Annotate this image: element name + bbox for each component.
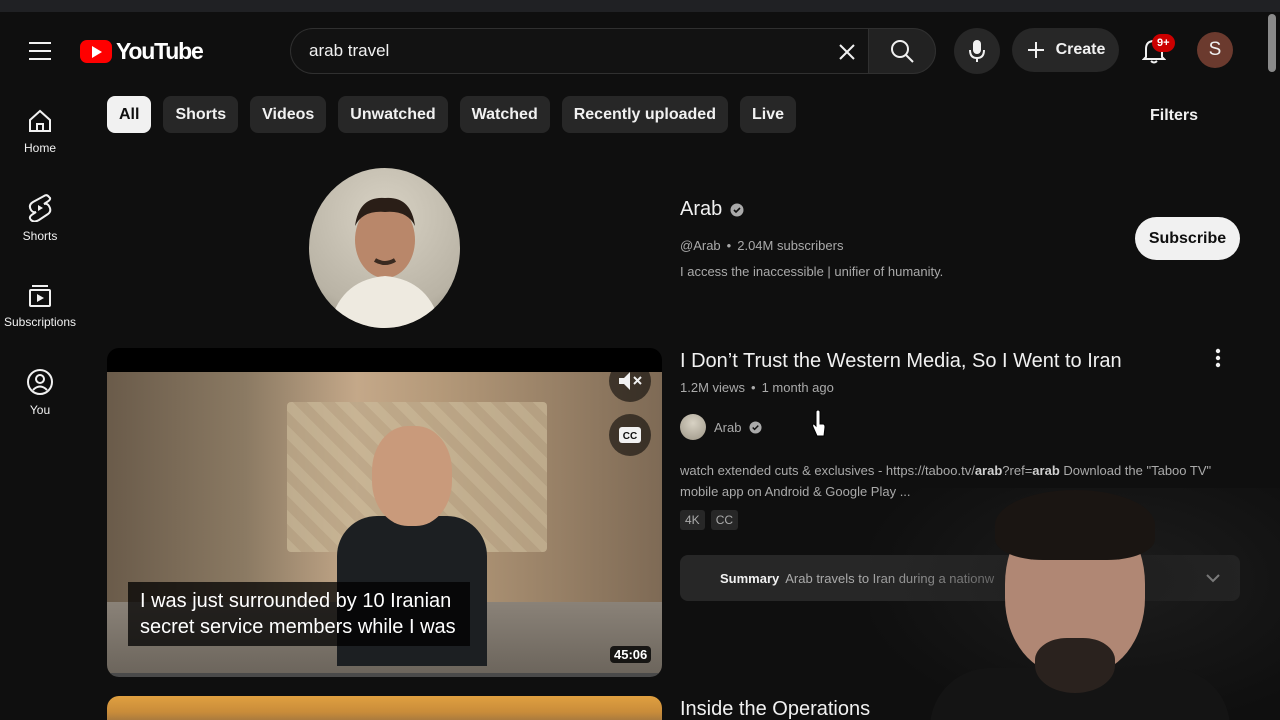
chip-live[interactable]: Live <box>739 96 796 133</box>
account-avatar[interactable]: S <box>1197 32 1233 68</box>
channel-name[interactable]: Arab <box>680 198 722 221</box>
channel-meta: @Arab • 2.04M subscribers <box>680 238 843 253</box>
channel-name-row: Arab <box>680 198 744 221</box>
next-video-thumbnail[interactable] <box>107 696 662 720</box>
you-icon <box>27 369 53 395</box>
guide-label: Home <box>23 141 56 155</box>
guide-label: Subscriptions <box>3 315 77 329</box>
channel-description: I access the inaccessible | unifier of h… <box>680 264 944 279</box>
summary-label: Summary <box>720 570 780 586</box>
badge-cc: CC <box>710 510 739 530</box>
hand-cursor-icon <box>812 410 826 437</box>
webcam-overlay <box>870 488 1280 720</box>
channel-avatar[interactable] <box>309 168 460 328</box>
video-views: 1.2M views <box>680 380 746 395</box>
left-guide: Home Shorts Subscriptions You <box>0 88 80 436</box>
captions-icon: CC <box>619 427 641 443</box>
volume-muted-icon <box>619 372 642 390</box>
video-badges: 4K CC <box>680 510 739 530</box>
meta-separator: • <box>751 380 756 395</box>
thumbnail-person-head <box>372 426 452 526</box>
verified-badge-icon <box>730 203 744 216</box>
filter-chips: All Shorts Videos Unwatched Watched Rece… <box>107 96 796 133</box>
video-meta: 1.2M views • 1 month ago <box>680 380 834 395</box>
clear-search-icon[interactable] <box>832 37 862 67</box>
guide-label: You <box>29 403 51 417</box>
video-channel-avatar[interactable] <box>680 414 706 440</box>
preview-progress-bar <box>107 673 662 677</box>
video-channel-link[interactable]: Arab <box>680 414 763 440</box>
video-channel-name[interactable]: Arab <box>714 420 741 435</box>
notification-badge: 9+ <box>1152 34 1175 52</box>
next-video-title[interactable]: Inside the Operations <box>680 698 870 720</box>
video-age: 1 month ago <box>761 380 834 395</box>
microphone-icon <box>969 40 985 62</box>
chip-unwatched[interactable]: Unwatched <box>338 96 448 133</box>
chip-recently-uploaded[interactable]: Recently uploaded <box>561 96 728 133</box>
video-duration: 45:06 <box>610 646 652 663</box>
webcam-person-hair <box>995 490 1155 560</box>
channel-avatar-image <box>329 197 441 328</box>
create-button[interactable]: Create <box>1012 28 1119 72</box>
search-box <box>290 28 870 74</box>
menu-icon[interactable] <box>22 34 58 68</box>
guide-label: Shorts <box>22 229 58 243</box>
subscribe-button[interactable]: Subscribe <box>1135 217 1240 260</box>
shorts-icon <box>28 194 52 222</box>
verified-badge-icon <box>749 420 763 434</box>
chip-watched[interactable]: Watched <box>459 96 550 133</box>
channel-handle: @Arab <box>680 238 721 253</box>
mute-toggle-button[interactable] <box>609 360 651 402</box>
masthead: YouTube Create 9+ S <box>0 12 1280 88</box>
youtube-play-icon <box>80 39 112 63</box>
desc-highlight: arab <box>974 463 1003 478</box>
plus-icon <box>1027 42 1044 58</box>
svg-text:CC: CC <box>623 431 637 442</box>
voice-search-button[interactable] <box>954 28 1000 74</box>
search-button[interactable] <box>868 28 936 74</box>
filters-button[interactable]: Filters <box>1134 96 1214 136</box>
browser-toolbar-strip <box>0 0 1280 12</box>
meta-separator: • <box>726 238 732 253</box>
guide-item-you[interactable]: You <box>0 349 80 436</box>
search-icon <box>891 40 914 63</box>
home-icon <box>29 109 51 132</box>
subscriptions-icon <box>29 285 51 307</box>
kebab-menu-icon <box>1215 348 1221 368</box>
desc-highlight: arab <box>1032 463 1060 478</box>
search-input[interactable] <box>309 41 809 61</box>
guide-item-shorts[interactable]: Shorts <box>0 175 80 262</box>
desc-prefix: watch extended cuts & exclusives - https… <box>680 463 975 478</box>
chip-all[interactable]: All <box>107 96 152 133</box>
captions-toggle-button[interactable]: CC <box>609 414 651 456</box>
page-scrollbar[interactable] <box>1268 14 1276 72</box>
chip-videos[interactable]: Videos <box>250 96 327 133</box>
webcam-person-beard <box>1035 638 1115 693</box>
desc-mid: ?ref= <box>1002 463 1033 478</box>
video-caption-overlay: I was just surrounded by 10 Iranian secr… <box>128 582 470 646</box>
more-actions-button[interactable] <box>1204 344 1232 372</box>
chip-shorts[interactable]: Shorts <box>163 96 239 133</box>
video-title[interactable]: I Don’t Trust the Western Media, So I We… <box>680 350 1122 373</box>
guide-item-home[interactable]: Home <box>0 88 80 175</box>
guide-item-subscriptions[interactable]: Subscriptions <box>0 262 80 349</box>
badge-4k: 4K <box>680 510 705 530</box>
video-thumbnail[interactable]: CC I was just surrounded by 10 Iranian s… <box>107 348 662 677</box>
youtube-logo[interactable]: YouTube <box>80 37 204 65</box>
logo-text: YouTube <box>116 37 204 64</box>
create-label: Create <box>1055 41 1106 58</box>
channel-subscribers: 2.04M subscribers <box>737 238 844 253</box>
